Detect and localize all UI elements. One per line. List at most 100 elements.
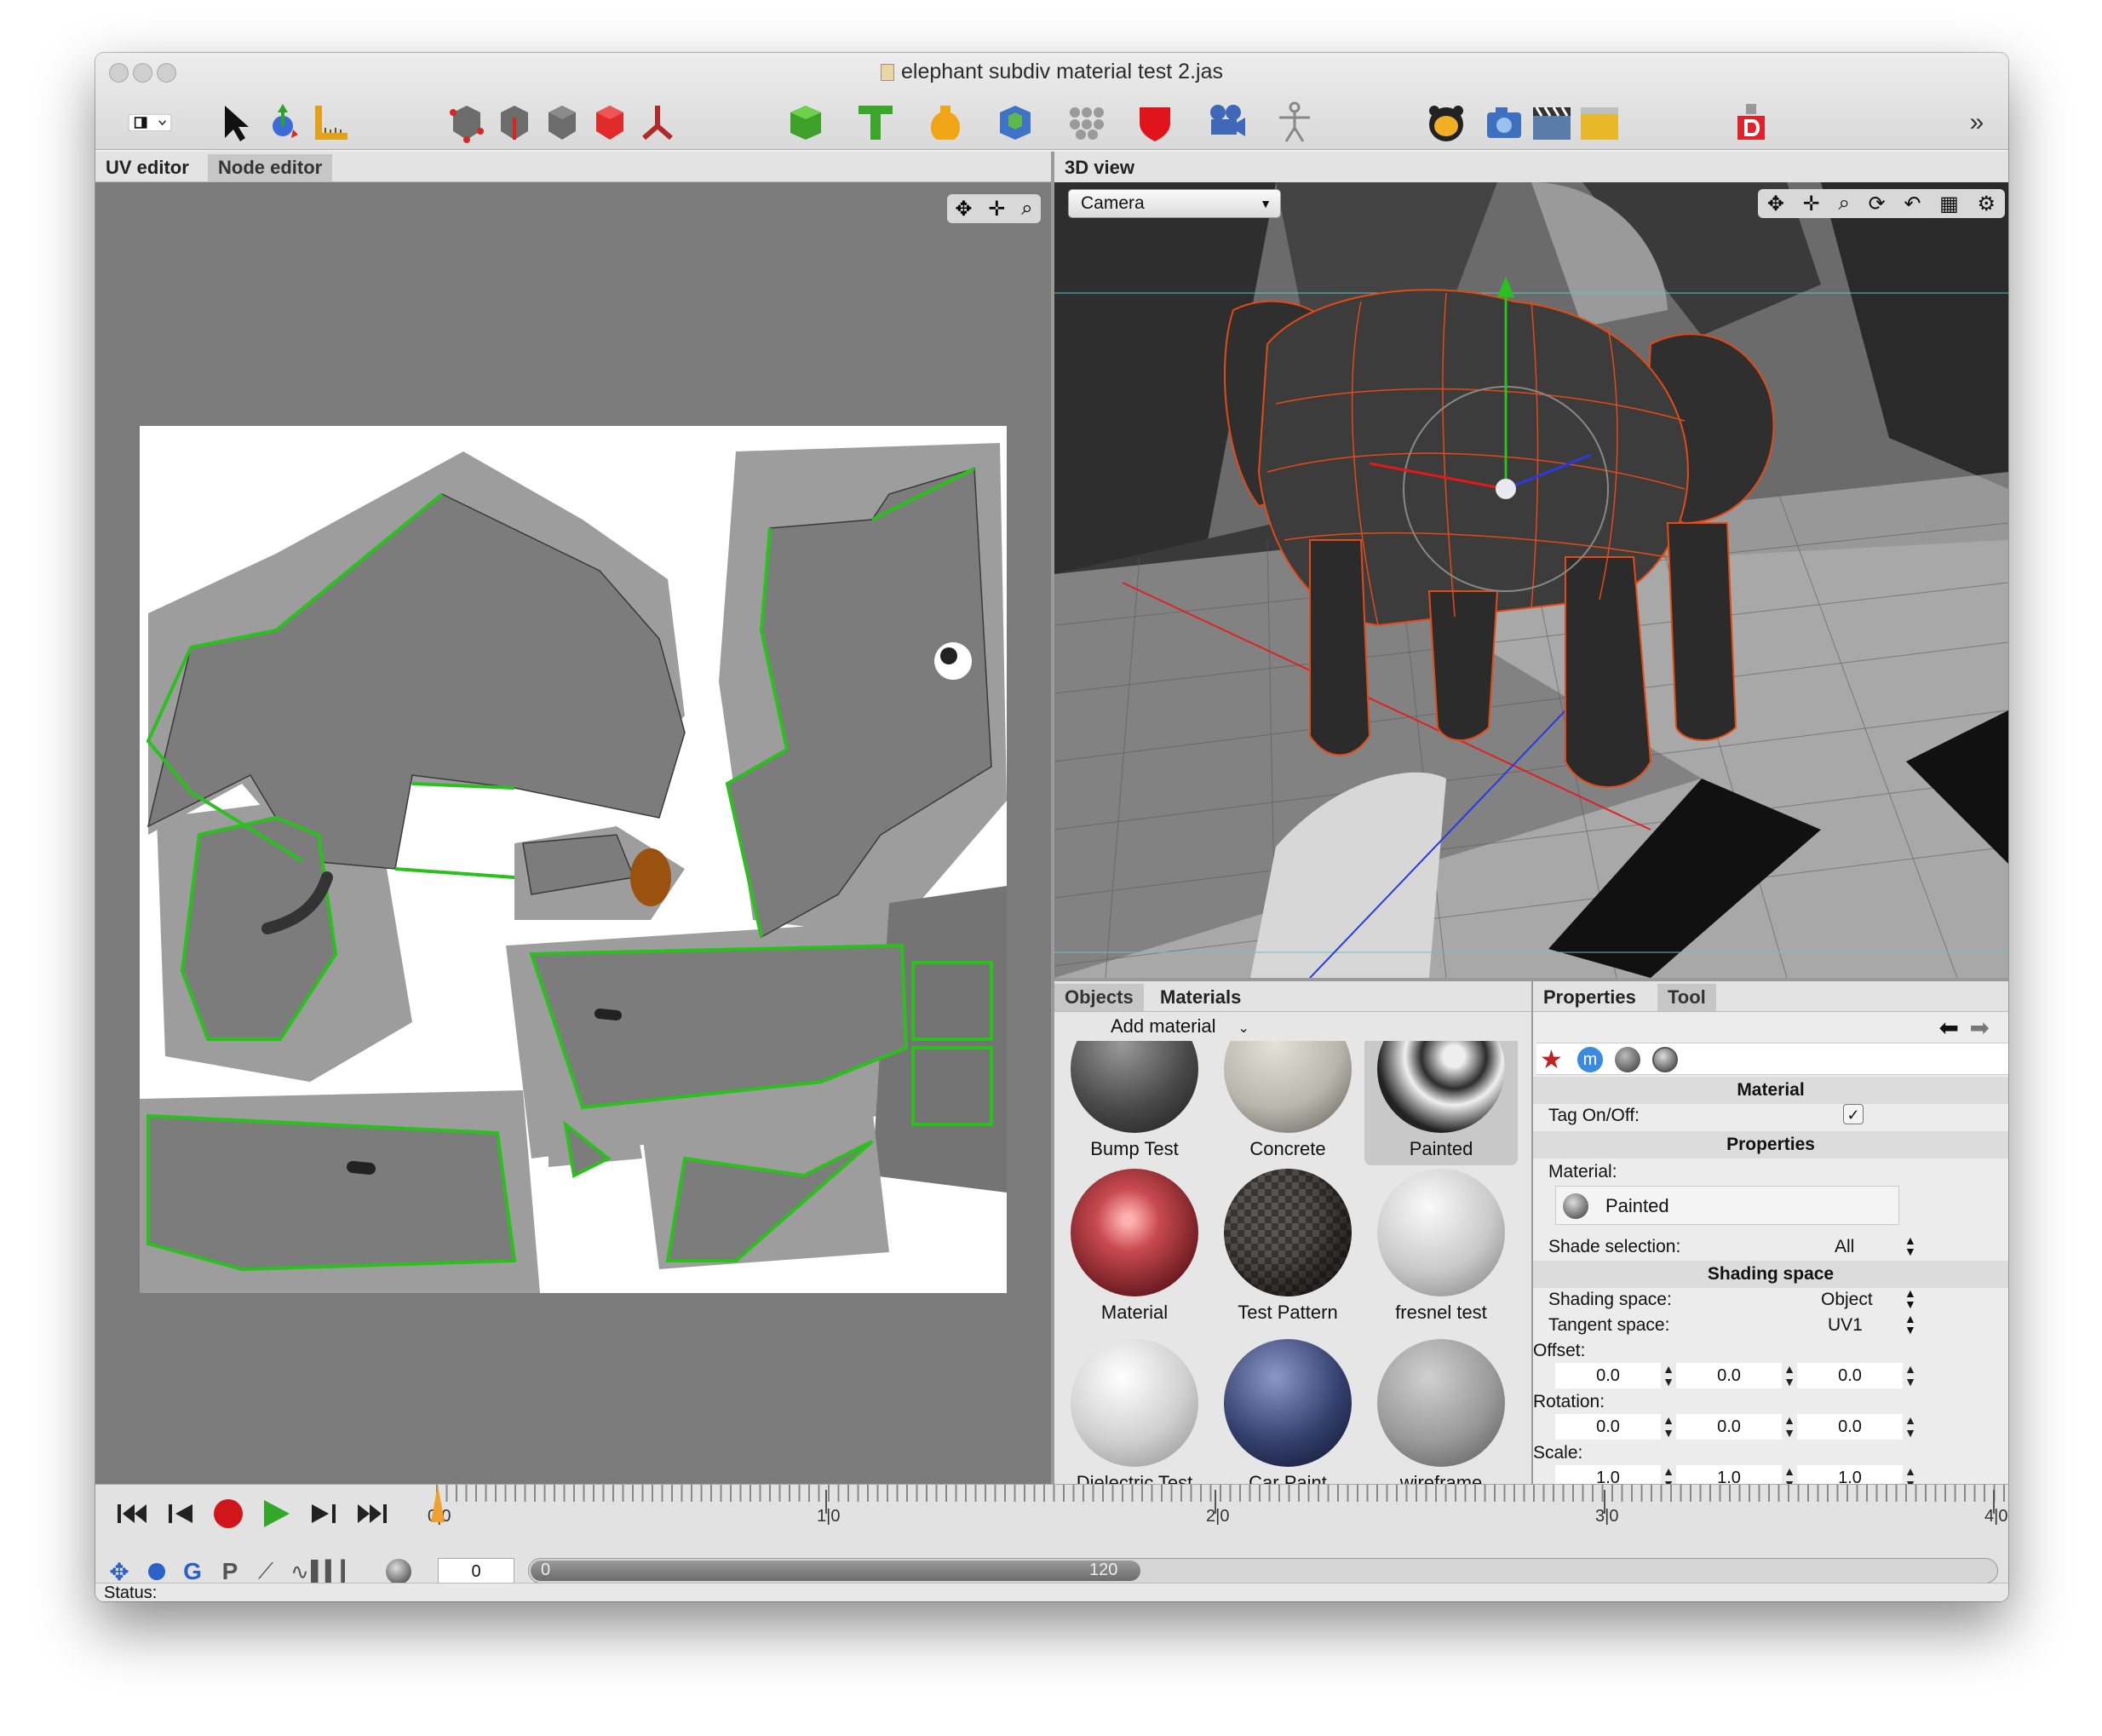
add-material-button[interactable]: Add material ⌄ [1111,1014,1281,1039]
dimension-icon[interactable] [1727,97,1775,148]
stepper-icon[interactable]: ▲▼ [1663,1414,1674,1440]
vase-primitive-icon[interactable] [922,97,969,148]
star-tag-icon[interactable]: ★ [1540,1045,1563,1075]
record-button[interactable] [208,1493,249,1534]
material-item[interactable]: Dielectric Test [1058,1339,1211,1494]
shade-selection-select[interactable]: All [1835,1237,1854,1257]
stepper-icon[interactable]: ▲▼ [1663,1363,1674,1388]
view3d-header: 3D view [1054,152,2008,182]
camera-select[interactable]: Camera ▼ [1068,189,1281,218]
skeleton-mode-icon[interactable] [634,97,681,148]
camera-group-icon[interactable] [1201,97,1249,148]
tab-objects[interactable]: Objects [1054,984,1144,1011]
tab-materials[interactable]: Materials [1150,984,1251,1011]
vertex-mode-icon[interactable] [443,97,491,148]
particles-icon[interactable] [1061,97,1109,148]
cube-primitive-icon[interactable] [782,97,830,148]
orbit-icon[interactable]: ✥ [1767,192,1784,216]
offset-x-input[interactable]: 0.0 [1555,1363,1661,1388]
character-icon[interactable] [1271,97,1318,148]
toolbar-overflow-button[interactable]: » [1962,97,1991,148]
material-preview [1224,1339,1352,1467]
material-preview [1224,1041,1352,1133]
material-item[interactable]: fresnel test [1364,1169,1518,1324]
gear-icon[interactable]: ⚙ [1978,192,1996,216]
stepper-icon[interactable]: ▲▼ [1904,1287,1916,1310]
view3d-title: 3D view [1065,157,1134,178]
clapper-icon[interactable] [1528,97,1576,148]
material-field[interactable]: Painted [1555,1186,1899,1225]
material-tag-icon[interactable]: m [1577,1047,1603,1072]
last-frame-icon[interactable] [351,1493,392,1534]
tag-checkbox[interactable]: ✓ [1843,1104,1864,1124]
undo-view-icon[interactable]: ↶ [1904,192,1921,216]
zoom-icon[interactable]: ⌕ [1021,197,1032,221]
playhead-marker[interactable] [431,1485,445,1522]
stepper-icon[interactable]: ▲▼ [1904,1313,1916,1336]
uv-editor-canvas[interactable]: ✥ ✛ ⌕ [95,182,1051,1504]
stepper-icon[interactable]: ▲▼ [1904,1234,1916,1257]
uv-nav-controls: ✥ ✛ ⌕ [947,194,1041,223]
quad-view-icon[interactable]: ▦ [1939,192,1959,216]
edge-mode-icon[interactable] [491,97,538,148]
rotation-x-input[interactable]: 0.0 [1555,1414,1661,1440]
reset-view-icon[interactable]: ⟳ [1869,192,1886,216]
pan-icon[interactable]: ✛ [1803,192,1820,216]
stepper-icon[interactable]: ▲▼ [1904,1414,1916,1440]
material-item-selected[interactable]: Painted [1364,1041,1518,1165]
shield-deformer-icon[interactable] [1131,97,1179,148]
rotation-z-input[interactable]: 0.0 [1797,1414,1903,1440]
previous-frame-icon[interactable] [160,1493,201,1534]
transform-icon[interactable] [259,97,307,148]
layout-menu-button[interactable] [109,97,191,148]
folder-icon[interactable] [1576,97,1623,148]
uv-texture-map[interactable] [140,426,1007,1293]
material-grid: Bump Test Concrete Painted Material Test… [1054,1041,1531,1504]
shading-tag-icon[interactable] [1615,1047,1640,1072]
tab-properties[interactable]: Properties [1533,984,1646,1011]
ruler-icon[interactable] [307,97,354,148]
stepper-icon[interactable]: ▲▼ [1783,1363,1795,1388]
forward-arrow-icon[interactable]: ➡ [1970,1014,1990,1042]
subdiv-cube-icon[interactable] [991,97,1039,148]
material-item[interactable]: wireframe [1364,1339,1518,1494]
next-frame-icon[interactable] [303,1493,344,1534]
tab-tool[interactable]: Tool [1657,984,1716,1011]
rotation-y-input[interactable]: 0.0 [1676,1414,1782,1440]
frame-input[interactable]: 0 [438,1558,514,1585]
zoom-icon[interactable]: ⌕ [1838,192,1849,216]
tangent-space-select[interactable]: UV1 [1828,1315,1863,1336]
tag-icon-row: ★ m [1536,1043,2008,1075]
material-item[interactable]: Material [1058,1169,1211,1324]
timeline-ruler[interactable]: 0|0 1|0 2|0 3|0 4|0 [428,1485,2008,1541]
material-item[interactable]: Car Paint [1211,1339,1364,1494]
offset-y-input[interactable]: 0.0 [1676,1363,1782,1388]
object-mode-icon[interactable] [586,97,634,148]
arrow-select-icon[interactable] [211,97,259,148]
orbit-icon[interactable]: ✥ [955,197,972,221]
tab-node-editor[interactable]: Node editor [208,154,333,181]
tab-uv-editor[interactable]: UV editor [95,154,199,181]
stepper-icon[interactable]: ▲▼ [1904,1363,1916,1388]
material-item[interactable]: Concrete [1211,1041,1364,1160]
back-arrow-icon[interactable]: ⬅ [1939,1014,1959,1042]
status-label: Status: [104,1584,158,1601]
stepper-icon[interactable]: ▲▼ [1783,1414,1795,1440]
material-item[interactable]: Bump Test [1058,1041,1211,1160]
properties-panel: Properties Tool ⬅ ➡ ★ m Material Tag On/… [1533,981,2008,1504]
painted-tag-icon[interactable] [1652,1047,1678,1072]
range-thumb[interactable] [531,1561,1140,1581]
3d-viewport[interactable]: Camera ▼ ✥ ✛ ⌕ ⟳ ↶ ▦ ⚙ [1054,182,2008,978]
bear-render-icon[interactable] [1422,97,1470,148]
range-slider[interactable]: 0 120 [528,1558,1998,1584]
camera-icon[interactable] [1480,97,1528,148]
play-button[interactable] [256,1493,296,1534]
face-mode-icon[interactable] [538,97,586,148]
pan-icon[interactable]: ✛ [988,197,1005,221]
offset-z-input[interactable]: 0.0 [1797,1363,1903,1388]
shading-space-select[interactable]: Object [1821,1290,1873,1310]
material-item[interactable]: Test Pattern [1211,1169,1364,1324]
first-frame-icon[interactable] [112,1493,153,1534]
document-icon [881,64,894,81]
text-primitive-icon[interactable] [852,97,899,148]
